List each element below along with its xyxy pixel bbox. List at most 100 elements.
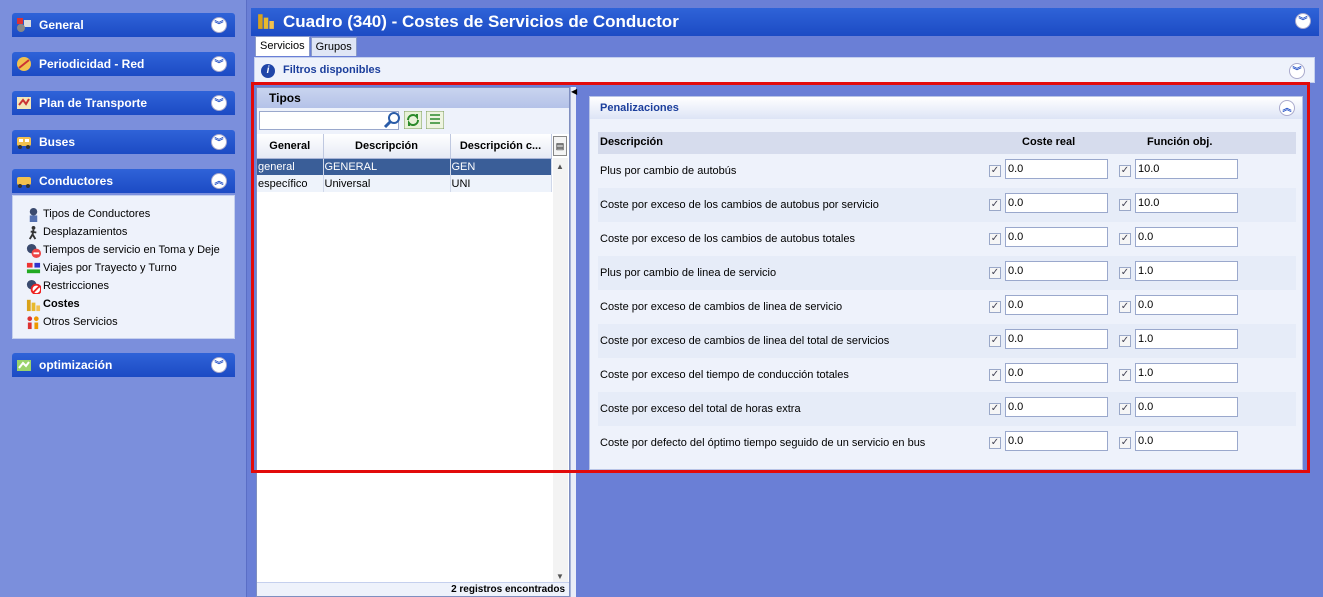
- info-icon: i: [261, 64, 275, 78]
- coste-real-input[interactable]: [1005, 329, 1108, 349]
- funcion-obj-input[interactable]: [1135, 227, 1238, 247]
- page-title: Cuadro (340) - Costes de Servicios de Co…: [283, 12, 679, 31]
- expand-icon[interactable]: ︾: [211, 134, 227, 150]
- nav-desplazamientos[interactable]: Desplazamientos: [13, 223, 234, 241]
- tipos-search-input[interactable]: [259, 111, 399, 130]
- column-header-funcion-obj: Función obj.: [1147, 136, 1213, 148]
- funcion-obj-checkbox[interactable]: ✓: [1119, 233, 1131, 245]
- funcion-obj-input[interactable]: [1135, 295, 1238, 315]
- trips-icon: [26, 262, 41, 273]
- funcion-obj-checkbox[interactable]: ✓: [1119, 267, 1131, 279]
- sidebar-section-label: Buses: [39, 135, 76, 149]
- coste-real-input[interactable]: [1005, 363, 1108, 383]
- tab-grupos[interactable]: Grupos: [310, 37, 357, 56]
- scroll-down-icon[interactable]: ▼: [556, 572, 564, 581]
- sidebar-section-periodicidad[interactable]: Periodicidad - Red ︾: [12, 52, 235, 76]
- collapse-left-icon[interactable]: ◀: [571, 87, 577, 96]
- penalizacion-row: Plus por cambio de autobús ✓ ✓: [598, 154, 1296, 188]
- expand-icon[interactable]: ︾: [211, 357, 227, 373]
- funcion-obj-checkbox[interactable]: ✓: [1119, 335, 1131, 347]
- filters-bar[interactable]: i Filtros disponibles ︾: [254, 57, 1315, 83]
- column-header-descripcion[interactable]: Descripción: [323, 134, 451, 159]
- coste-real-checkbox[interactable]: ✓: [989, 233, 1001, 245]
- funcion-obj-checkbox[interactable]: ✓: [1119, 369, 1131, 381]
- scroll-up-icon[interactable]: ▲: [556, 162, 564, 171]
- expand-icon[interactable]: ︾: [211, 95, 227, 111]
- sidebar-section-plan-transporte[interactable]: Plan de Transporte ︾: [12, 91, 235, 115]
- sidebar-section-general[interactable]: General ︾: [12, 13, 235, 37]
- funcion-obj-checkbox[interactable]: ✓: [1119, 403, 1131, 415]
- tab-servicios[interactable]: Servicios: [255, 36, 310, 56]
- penalizacion-desc: Coste por exceso de los cambios de autob…: [600, 199, 879, 211]
- pane-splitter[interactable]: ◀: [570, 87, 577, 597]
- coste-real-checkbox[interactable]: ✓: [989, 369, 1001, 381]
- penalizacion-desc: Plus por cambio de autobús: [600, 165, 737, 177]
- export-excel-icon[interactable]: [426, 111, 444, 129]
- nav-viajes-trayecto[interactable]: Viajes por Trayecto y Turno: [13, 259, 234, 277]
- sidebar-section-label: General: [39, 18, 84, 32]
- expand-icon[interactable]: ︾: [211, 17, 227, 33]
- collapse-icon[interactable]: ︽: [211, 173, 227, 189]
- coste-real-input[interactable]: [1005, 159, 1108, 179]
- vertical-scrollbar[interactable]: ▲ ▼: [553, 158, 568, 583]
- table-row[interactable]: general GENERAL GEN: [257, 158, 552, 175]
- tipos-panel: Tipos General Descripción Descripción c.…: [256, 87, 570, 597]
- coste-real-input[interactable]: [1005, 261, 1108, 281]
- column-header-general[interactable]: General: [257, 134, 324, 159]
- sidebar-section-buses[interactable]: Buses ︾: [12, 130, 235, 154]
- sidebar-section-label: Conductores: [39, 174, 114, 188]
- coste-real-input[interactable]: [1005, 397, 1108, 417]
- funcion-obj-input[interactable]: [1135, 159, 1238, 179]
- expand-icon[interactable]: ︾: [1289, 63, 1305, 79]
- funcion-obj-checkbox[interactable]: ✓: [1119, 165, 1131, 177]
- column-menu-icon[interactable]: ▤: [553, 136, 567, 156]
- records-count: 2 registros encontrados: [257, 582, 569, 596]
- coste-real-checkbox[interactable]: ✓: [989, 403, 1001, 415]
- funcion-obj-input[interactable]: [1135, 397, 1238, 417]
- nav-tiempos-servicio[interactable]: Tiempos de servicio en Toma y Deje: [13, 241, 234, 259]
- nav-costes[interactable]: Costes: [13, 295, 234, 313]
- coste-real-checkbox[interactable]: ✓: [989, 437, 1001, 449]
- driver-icon: [29, 207, 38, 222]
- nav-restricciones[interactable]: Restricciones: [13, 277, 234, 295]
- penalizacion-row: Coste por exceso del total de horas extr…: [598, 392, 1296, 426]
- bus-icon: [17, 137, 31, 149]
- column-header-descripcion-corta[interactable]: Descripción c...: [450, 134, 552, 159]
- penalizaciones-title: Penalizaciones: [600, 102, 679, 114]
- funcion-obj-input[interactable]: [1135, 261, 1238, 281]
- collapse-icon[interactable]: ︽: [1279, 100, 1295, 116]
- nav-otros-servicios[interactable]: Otros Servicios: [13, 313, 234, 331]
- plan-icon: [17, 97, 31, 109]
- penalizacion-desc: Coste por exceso de cambios de linea de …: [600, 301, 843, 313]
- nav-tipos-conductores[interactable]: Tipos de Conductores: [13, 205, 234, 223]
- sidebar-section-optimizacion[interactable]: optimización ︾: [12, 353, 235, 377]
- coste-real-checkbox[interactable]: ✓: [989, 199, 1001, 211]
- funcion-obj-checkbox[interactable]: ✓: [1119, 301, 1131, 313]
- penalizacion-desc: Coste por exceso del total de horas extr…: [600, 403, 801, 415]
- funcion-obj-checkbox[interactable]: ✓: [1119, 437, 1131, 449]
- nav-label: Otros Servicios: [43, 316, 118, 328]
- penalizacion-desc: Coste por defecto del óptimo tiempo segu…: [600, 437, 926, 449]
- table-cell: Universal: [323, 175, 451, 192]
- refresh-icon[interactable]: [404, 111, 422, 129]
- coste-real-input[interactable]: [1005, 193, 1108, 213]
- funcion-obj-input[interactable]: [1135, 329, 1238, 349]
- coste-real-input[interactable]: [1005, 295, 1108, 315]
- collapse-icon[interactable]: ︾: [1295, 13, 1311, 29]
- coste-real-checkbox[interactable]: ✓: [989, 335, 1001, 347]
- funcion-obj-input[interactable]: [1135, 431, 1238, 451]
- funcion-obj-input[interactable]: [1135, 193, 1238, 213]
- expand-icon[interactable]: ︾: [211, 56, 227, 72]
- search-icon[interactable]: [383, 111, 401, 129]
- sidebar-section-conductores[interactable]: Conductores ︽: [12, 169, 235, 193]
- funcion-obj-checkbox[interactable]: ✓: [1119, 199, 1131, 211]
- coste-real-checkbox[interactable]: ✓: [989, 165, 1001, 177]
- penalizaciones-header[interactable]: Penalizaciones ︽: [590, 97, 1302, 119]
- coste-real-input[interactable]: [1005, 431, 1108, 451]
- table-row[interactable]: específico Universal UNI: [257, 175, 552, 192]
- coste-real-checkbox[interactable]: ✓: [989, 267, 1001, 279]
- coste-real-input[interactable]: [1005, 227, 1108, 247]
- coste-real-checkbox[interactable]: ✓: [989, 301, 1001, 313]
- funcion-obj-input[interactable]: [1135, 363, 1238, 383]
- table-cell: específico: [257, 175, 324, 192]
